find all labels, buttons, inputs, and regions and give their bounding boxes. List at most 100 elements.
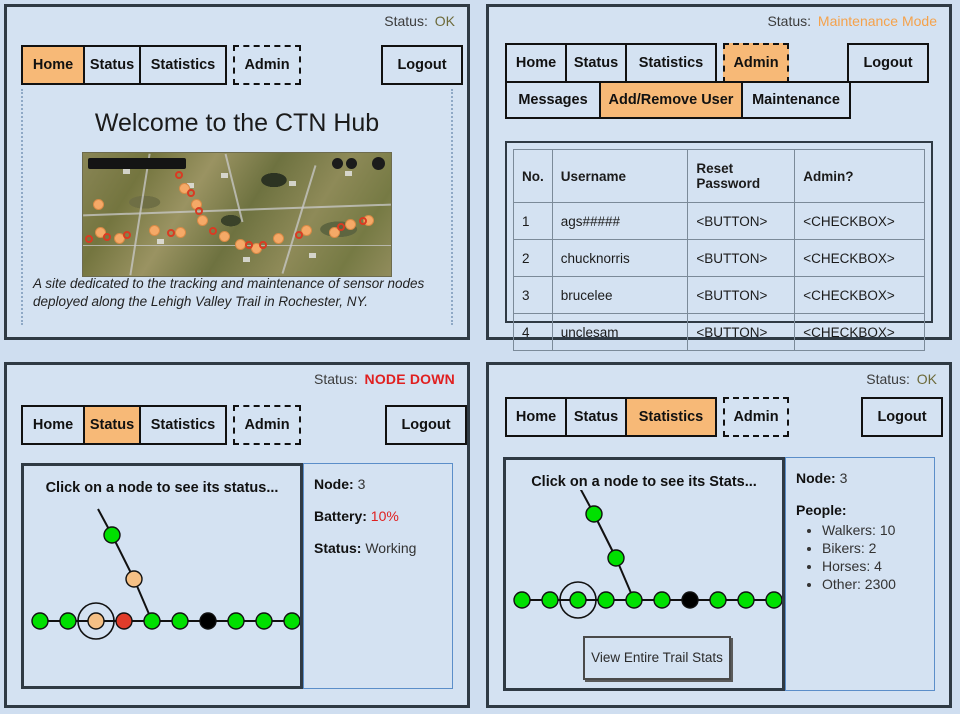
nav-admin[interactable]: Admin <box>233 45 301 85</box>
graph-node[interactable] <box>59 612 77 630</box>
stats-people-block: People: Walkers: 10 Bikers: 2 Horses: 4 … <box>796 502 924 592</box>
graph-node[interactable] <box>103 526 121 544</box>
graph-node[interactable] <box>255 612 273 630</box>
detail-status-row: Status: Working <box>314 540 442 556</box>
graph-node[interactable] <box>125 570 143 588</box>
admin-status-line: Status: Maintenance Mode <box>767 13 937 29</box>
nav-statistics[interactable]: Statistics <box>625 43 717 83</box>
nav-admin[interactable]: Admin <box>723 43 789 83</box>
th-admin: Admin? <box>794 149 925 203</box>
graph-node[interactable] <box>31 612 49 630</box>
th-reset-password: Reset Password <box>687 149 796 203</box>
detail-battery-value: 10% <box>370 508 399 524</box>
status-panel: Status: NODE DOWN Home Status Statistics… <box>4 362 470 708</box>
graph-node[interactable] <box>569 591 587 609</box>
nav-statistics[interactable]: Statistics <box>625 397 717 437</box>
graph-hint: Click on a node to see its Stats... <box>531 474 757 490</box>
view-trail-stats-button[interactable]: View Entire Trail Stats <box>583 636 731 680</box>
graph-node[interactable] <box>541 591 559 609</box>
detail-battery-row: Battery: 10% <box>314 508 442 524</box>
statistics-panel: Status: OK Home Status Statistics Admin … <box>486 362 952 708</box>
graph-node[interactable] <box>625 591 643 609</box>
logout-button[interactable]: Logout <box>861 397 943 437</box>
subnav-add-remove-user[interactable]: Add/Remove User <box>599 81 743 119</box>
graph-node[interactable] <box>709 591 727 609</box>
graph-node[interactable] <box>87 612 105 630</box>
graph-node[interactable] <box>171 612 189 630</box>
status-label: Status: <box>866 371 910 387</box>
nav-home[interactable]: Home <box>21 45 85 85</box>
node-graph-statistics[interactable] <box>506 490 782 630</box>
logout-button[interactable]: Logout <box>847 43 929 83</box>
table-row: 3 brucelee <BUTTON> <CHECKBOX> <box>513 276 925 314</box>
reset-password-button[interactable]: <BUTTON> <box>687 313 796 351</box>
graph-node[interactable] <box>115 612 133 630</box>
list-item: Walkers: 10 <box>822 522 924 538</box>
stats-node-value: 3 <box>839 470 848 486</box>
nav-admin[interactable]: Admin <box>723 397 789 437</box>
statistics-nav: Home Status Statistics Admin <box>505 397 789 437</box>
node-stats-box: Node: 3 People: Walkers: 10 Bikers: 2 Ho… <box>785 457 935 691</box>
admin-nav: Home Status Statistics Admin Messages Ad… <box>505 43 851 119</box>
detail-node-row: Node: 3 <box>314 476 442 492</box>
graph-node[interactable] <box>199 612 217 630</box>
graph-node[interactable] <box>585 505 603 523</box>
home-nav: Home Status Statistics Admin <box>21 45 301 85</box>
subnav-maintenance[interactable]: Maintenance <box>741 81 851 119</box>
nav-status[interactable]: Status <box>565 397 627 437</box>
graph-node[interactable] <box>653 591 671 609</box>
graph-node[interactable] <box>607 549 625 567</box>
graph-node[interactable] <box>737 591 755 609</box>
admin-checkbox[interactable]: <CHECKBOX> <box>794 313 925 351</box>
subnav-messages[interactable]: Messages <box>505 81 601 119</box>
graph-node[interactable] <box>597 591 615 609</box>
reset-password-button[interactable]: <BUTTON> <box>687 276 796 314</box>
status-value: NODE DOWN <box>364 371 455 387</box>
logout-button[interactable]: Logout <box>381 45 463 85</box>
admin-checkbox[interactable]: <CHECKBOX> <box>794 276 925 314</box>
map-scalebar-icon <box>88 158 186 169</box>
graph-node[interactable] <box>143 612 161 630</box>
reset-password-button[interactable]: <BUTTON> <box>687 202 796 240</box>
cell-username: brucelee <box>551 276 689 314</box>
detail-node-key: Node: <box>314 476 354 492</box>
nav-status[interactable]: Status <box>83 405 141 445</box>
node-detail-box: Node: 3 Battery: 10% Status: Working <box>303 463 453 689</box>
nav-home[interactable]: Home <box>21 405 85 445</box>
cell-username: chucknorris <box>551 239 689 277</box>
stats-node-key: Node: <box>796 470 836 486</box>
cell-no: 1 <box>513 202 553 240</box>
status-panel-status-line: Status: NODE DOWN <box>314 371 455 387</box>
node-graph-status[interactable] <box>24 496 300 666</box>
logout-button[interactable]: Logout <box>385 405 467 445</box>
status-value: OK <box>434 13 455 29</box>
nav-status[interactable]: Status <box>565 43 627 83</box>
status-label: Status: <box>384 13 428 29</box>
home-panel: Status: OK Home Status Statistics Admin … <box>4 4 470 340</box>
reset-password-button[interactable]: <BUTTON> <box>687 239 796 277</box>
nav-admin[interactable]: Admin <box>233 405 301 445</box>
th-username: Username <box>551 149 689 203</box>
user-table-container: No. Username Reset Password Admin? 1 ags… <box>505 141 933 351</box>
graph-node[interactable] <box>765 591 782 609</box>
nav-status[interactable]: Status <box>83 45 141 85</box>
table-row: 4 unclesam <BUTTON> <CHECKBOX> <box>513 313 925 351</box>
nav-home[interactable]: Home <box>505 397 567 437</box>
admin-checkbox[interactable]: <CHECKBOX> <box>794 239 925 277</box>
status-graph-box: Click on a node to see its status... <box>21 463 303 689</box>
graph-node[interactable] <box>681 591 699 609</box>
detail-battery-key: Battery: <box>314 508 367 524</box>
detail-status-value: Working <box>365 540 417 556</box>
detail-node-value: 3 <box>357 476 366 492</box>
admin-checkbox[interactable]: <CHECKBOX> <box>794 202 925 240</box>
graph-node[interactable] <box>227 612 245 630</box>
graph-node[interactable] <box>283 612 300 630</box>
graph-node[interactable] <box>513 591 531 609</box>
nav-home[interactable]: Home <box>505 43 567 83</box>
nav-statistics[interactable]: Statistics <box>139 405 227 445</box>
cell-no: 4 <box>513 313 553 351</box>
nav-statistics[interactable]: Statistics <box>139 45 227 85</box>
page-title: Welcome to the CTN Hub <box>94 109 380 137</box>
table-row: 2 chucknorris <BUTTON> <CHECKBOX> <box>513 239 925 277</box>
admin-panel: Status: Maintenance Mode Home Status Sta… <box>486 4 952 351</box>
